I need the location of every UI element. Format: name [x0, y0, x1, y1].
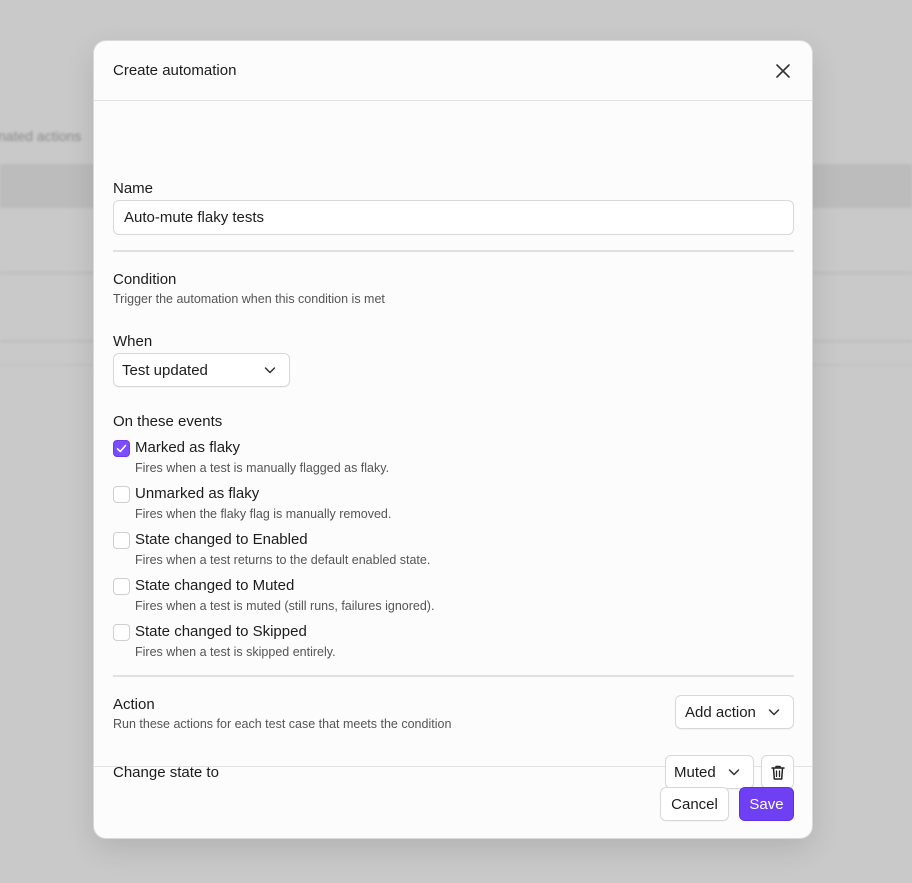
event-marked-flaky: Marked as flaky Fires when a test is man… [113, 439, 713, 485]
trash-icon [770, 765, 785, 780]
section-divider [113, 250, 794, 252]
events-label: On these events [113, 413, 223, 430]
chevron-down-icon [263, 363, 277, 377]
save-label: Save [749, 795, 784, 813]
event-description: Fires when the flaky flag is manually re… [135, 507, 392, 521]
event-title: State changed to Enabled [135, 531, 308, 548]
event-description: Fires when a test returns to the default… [135, 553, 431, 567]
when-select[interactable]: Test updated [113, 353, 290, 387]
event-checkbox[interactable] [113, 578, 130, 595]
chevron-down-icon [727, 765, 741, 779]
event-title: State changed to Skipped [135, 623, 307, 640]
close-icon [776, 63, 790, 78]
name-label: Name [113, 180, 154, 197]
event-checkbox[interactable] [113, 486, 130, 503]
create-automation-dialog: Create automation Name Condition Trigger… [94, 41, 812, 838]
cancel-button[interactable]: Cancel [660, 787, 729, 821]
change-state-label: Change state to [113, 764, 219, 781]
close-button[interactable] [772, 60, 794, 82]
event-title: State changed to Muted [135, 577, 295, 594]
event-title: Marked as flaky [135, 439, 241, 456]
state-select-value: Muted [674, 763, 716, 781]
section-divider [113, 675, 794, 677]
when-select-value: Test updated [122, 361, 208, 379]
event-unmarked-flaky: Unmarked as flaky Fires when the flaky f… [113, 485, 713, 531]
dialog-header: Create automation [94, 41, 812, 101]
checkmark-icon [116, 444, 127, 453]
save-button[interactable]: Save [739, 787, 794, 821]
action-description: Run these actions for each test case tha… [113, 717, 452, 731]
event-description: Fires when a test is manually flagged as… [135, 461, 390, 475]
event-state-muted: State changed to Muted Fires when a test… [113, 577, 713, 623]
state-select[interactable]: Muted [665, 755, 754, 789]
action-title: Action [113, 696, 155, 713]
event-description: Fires when a test is skipped entirely. [135, 645, 336, 659]
events-list: Marked as flaky Fires when a test is man… [113, 439, 713, 669]
cancel-label: Cancel [671, 795, 718, 813]
add-action-label: Add action [685, 703, 756, 721]
condition-description: Trigger the automation when this conditi… [113, 292, 385, 306]
event-title: Unmarked as flaky [135, 485, 260, 502]
delete-action-button[interactable] [761, 755, 794, 789]
event-checkbox[interactable] [113, 440, 130, 457]
event-description: Fires when a test is muted (still runs, … [135, 599, 435, 613]
event-checkbox[interactable] [113, 624, 130, 641]
when-label: When [113, 333, 153, 350]
event-checkbox[interactable] [113, 532, 130, 549]
event-state-skipped: State changed to Skipped Fires when a te… [113, 623, 713, 669]
event-state-enabled: State changed to Enabled Fires when a te… [113, 531, 713, 577]
name-input[interactable] [113, 200, 794, 235]
dialog-title: Create automation [113, 62, 237, 79]
chevron-down-icon [767, 705, 781, 719]
condition-title: Condition [113, 271, 177, 288]
background-text: nated actions [0, 128, 82, 144]
add-action-button[interactable]: Add action [675, 695, 794, 729]
